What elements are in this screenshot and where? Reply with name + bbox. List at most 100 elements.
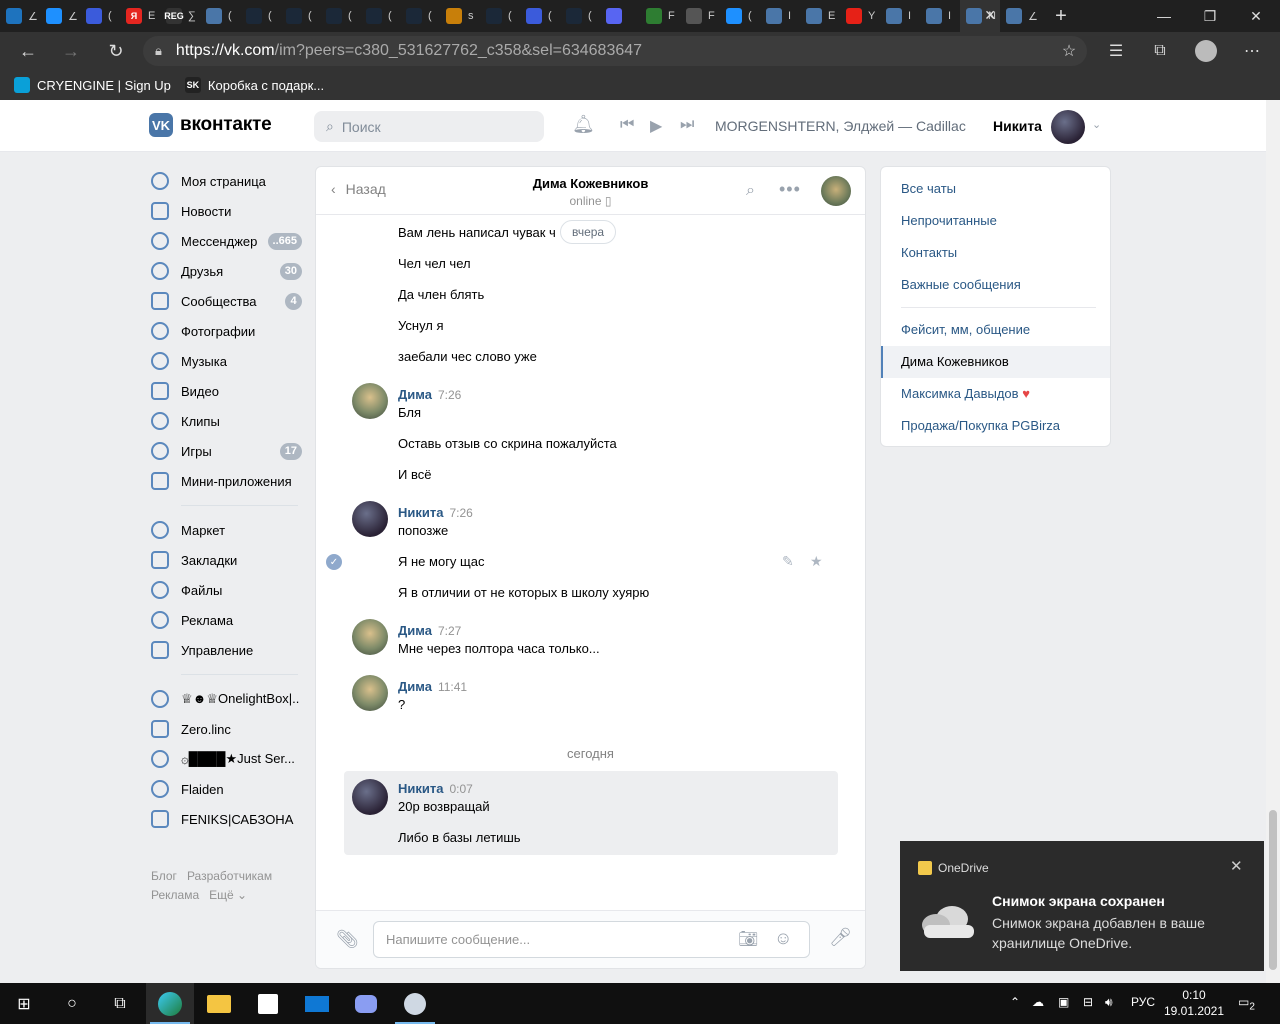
action-center-icon[interactable]: ▭2 (1238, 995, 1255, 1012)
avatar[interactable] (352, 779, 388, 815)
nav-item[interactable]: ♕☻♕OnelightBox|.. (149, 684, 304, 714)
browser-tab[interactable]: E (800, 0, 840, 32)
browser-tab[interactable]: ( (80, 0, 120, 32)
collections-icon[interactable]: ⧉ (1147, 38, 1173, 64)
nav-item[interactable]: Zero.linc (149, 714, 304, 744)
browser-tab[interactable]: F (640, 0, 680, 32)
browser-tab[interactable]: ( (520, 0, 560, 32)
restore-button[interactable]: ❐ (1187, 0, 1233, 32)
emoji-smile-icon[interactable]: ☺ (774, 928, 792, 949)
browser-tab[interactable]: REG ∑ (160, 0, 200, 32)
nav-item[interactable]: Новости (149, 196, 304, 226)
browser-tab[interactable]: ЯE (120, 0, 160, 32)
nav-item[interactable]: Друзья 30 (149, 256, 304, 286)
onedrive-notification[interactable]: OneDrive ✕ Снимок экрана сохранен Снимок… (900, 841, 1264, 971)
footer-blog-link[interactable]: Блог (151, 869, 177, 883)
browser-tab[interactable] (600, 0, 640, 32)
browser-tab[interactable]: I (920, 0, 960, 32)
user-name[interactable]: Никита (993, 118, 1042, 134)
edit-pencil-icon[interactable]: ✎ (782, 553, 794, 570)
network-icon[interactable]: ⊟ (1083, 995, 1093, 1009)
search-input[interactable]: ⌕ Поиск (314, 111, 544, 142)
nav-item[interactable]: Файлы (149, 575, 304, 605)
footer-ads-link[interactable]: Реклама (151, 888, 199, 902)
browser-tab[interactable]: ( (560, 0, 600, 32)
nav-item[interactable]: Закладки (149, 545, 304, 575)
back-arrow-icon[interactable]: ← (9, 32, 47, 70)
read-check-icon[interactable]: ✓ (326, 554, 342, 570)
new-tab-icon[interactable]: + (1046, 5, 1076, 28)
nav-item[interactable]: Мессенджер ..665 (149, 226, 304, 256)
chat-link[interactable]: Фейсит, мм, общение (901, 322, 1030, 337)
favorite-star-icon[interactable]: ☆ (1056, 38, 1082, 64)
message-author[interactable]: Никита 0:07 (398, 781, 473, 796)
nav-item[interactable]: ۞████★Just Ser... (149, 744, 304, 774)
profile-icon[interactable] (1193, 38, 1219, 64)
minimize-button[interactable]: — (1141, 0, 1187, 32)
nav-item[interactable]: FENIKS|САБЗОНА (149, 804, 304, 834)
task-view-icon[interactable]: ⧉ (96, 983, 144, 1024)
device-icon[interactable]: ▣ (1058, 995, 1069, 1009)
browser-tab[interactable]: ( (400, 0, 440, 32)
search-icon[interactable]: ⌕ (746, 182, 755, 200)
avatar[interactable] (352, 619, 388, 655)
message-author[interactable]: Дима 7:27 (398, 623, 461, 638)
browser-tab[interactable]: ( (320, 0, 360, 32)
bookmark-item[interactable]: CRYENGINE | Sign Up (14, 77, 171, 93)
discord-icon[interactable] (342, 983, 390, 1024)
user-avatar[interactable] (1051, 110, 1085, 144)
browser-tab[interactable]: I (760, 0, 800, 32)
author-name[interactable]: Никита (398, 781, 443, 796)
nav-item[interactable]: Музыка (149, 346, 304, 376)
menu-unread[interactable]: Непрочитанные (901, 213, 997, 228)
nav-item[interactable]: Мини-приложения (149, 466, 304, 496)
browser-tab[interactable]: ∠ (0, 0, 40, 32)
forward-arrow-icon[interactable]: → (52, 32, 90, 70)
nav-item[interactable]: Игры 17 (149, 436, 304, 466)
url-bar[interactable]: 🔒︎ https://vk.com/im?peers=c380_53162776… (143, 36, 1087, 66)
page-scrollbar[interactable] (1266, 100, 1280, 983)
settings-more-icon[interactable]: ⋯ (1239, 38, 1265, 64)
refresh-icon[interactable]: ↻ (97, 32, 135, 70)
author-name[interactable]: Дима (398, 387, 432, 402)
browser-tab[interactable]: F (680, 0, 720, 32)
author-name[interactable]: Дима (398, 679, 432, 694)
browser-tab[interactable]: ( (360, 0, 400, 32)
browser-tab[interactable]: ( (240, 0, 280, 32)
browser-tab[interactable]: I (880, 0, 920, 32)
close-window-button[interactable]: ✕ (1233, 0, 1279, 32)
nav-item[interactable]: Фотографии (149, 316, 304, 346)
file-explorer-icon[interactable] (195, 983, 243, 1024)
edge-icon[interactable] (146, 983, 194, 1024)
microphone-icon[interactable]: 🎤︎ (829, 927, 852, 948)
avatar[interactable] (352, 501, 388, 537)
menu-all-chats[interactable]: Все чаты (901, 181, 956, 196)
browser-tab[interactable]: s (440, 0, 480, 32)
search-circle-icon[interactable]: ○ (48, 983, 96, 1024)
nav-item[interactable]: Управление (149, 635, 304, 665)
nav-item[interactable]: Маркет (149, 515, 304, 545)
vk-logo[interactable]: VK вконтакте (149, 113, 272, 137)
message-author[interactable]: Никита 7:26 (398, 505, 473, 520)
avatar[interactable] (352, 675, 388, 711)
bell-icon[interactable]: 🔔︎ (572, 114, 595, 135)
chat-link[interactable]: Продажа/Покупка PGBirza (901, 418, 1060, 433)
footer-dev-link[interactable]: Разработчикам (187, 869, 272, 883)
clock[interactable]: 0:10 19.01.2021 (1163, 987, 1225, 1019)
browser-tab[interactable]: ( (280, 0, 320, 32)
now-playing-track[interactable]: MORGENSHTERN, Элджей — Cadillac (715, 118, 966, 134)
next-track-icon[interactable]: ⏭ (680, 116, 694, 134)
cloud-sync-icon[interactable]: ☁ (1032, 995, 1044, 1009)
browser-tab[interactable]: Ν ✕ (960, 0, 1000, 32)
footer-more-link[interactable]: Ещё ⌄ (209, 888, 247, 902)
mail-icon[interactable] (293, 983, 341, 1024)
favorites-list-icon[interactable]: ☰ (1103, 38, 1129, 64)
close-icon[interactable]: ✕ (1230, 857, 1243, 875)
camera-icon[interactable]: 📷︎ (738, 929, 758, 949)
browser-tab[interactable]: ∠ (40, 0, 80, 32)
author-name[interactable]: Дима (398, 623, 432, 638)
previous-track-icon[interactable]: ⏮ (620, 116, 634, 134)
menu-contacts[interactable]: Контакты (901, 245, 957, 260)
chat-avatar[interactable] (821, 176, 851, 206)
language-indicator[interactable]: РУС (1131, 995, 1155, 1009)
